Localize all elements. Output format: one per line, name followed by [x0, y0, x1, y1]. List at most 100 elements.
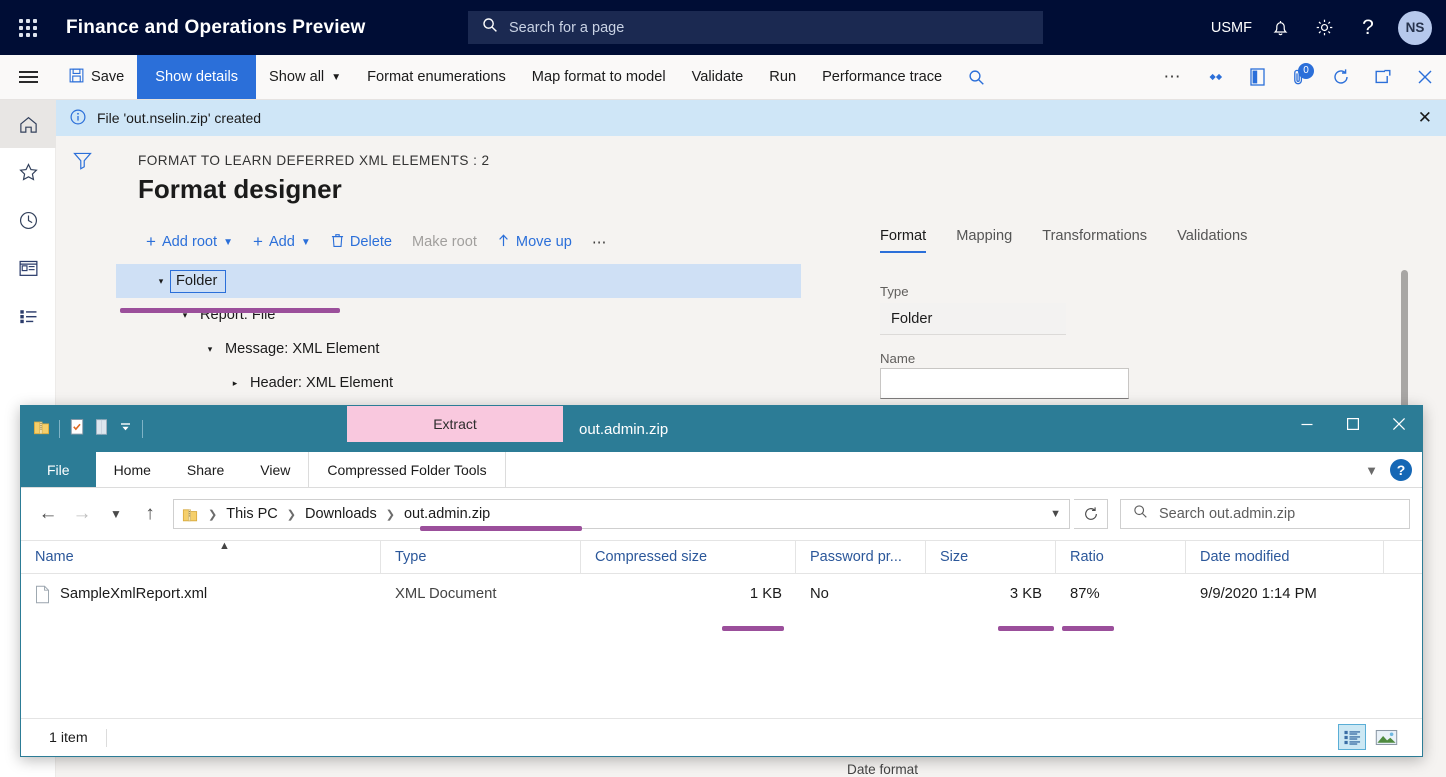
- attachment-badge: 0: [1298, 62, 1314, 79]
- screen: Finance and Operations Preview Search fo…: [0, 0, 1446, 777]
- large-icons-view-icon[interactable]: [1372, 724, 1400, 750]
- tab-validations[interactable]: Validations: [1177, 228, 1247, 253]
- run-button[interactable]: Run: [756, 55, 809, 99]
- tree-node-folder[interactable]: ▾ Folder: [116, 264, 801, 298]
- validate-button[interactable]: Validate: [679, 55, 757, 99]
- tab-format[interactable]: Format: [880, 228, 927, 253]
- details-view-icon[interactable]: [1338, 724, 1366, 750]
- command-search-icon[interactable]: [955, 55, 997, 100]
- rail-item-favorites[interactable]: [0, 148, 56, 196]
- name-field-label: Name: [880, 351, 916, 366]
- app-title: Finance and Operations Preview: [66, 16, 366, 38]
- attachment-icon[interactable]: 0: [1278, 55, 1320, 100]
- annotation-breadcrumb-underline: [420, 526, 582, 531]
- column-header-password-protected[interactable]: Password pr...: [796, 540, 926, 574]
- breadcrumb-current-zip[interactable]: out.admin.zip: [401, 506, 493, 522]
- breadcrumb-this-pc[interactable]: This PC: [223, 506, 281, 522]
- address-bar[interactable]: ❯ This PC ❯ Downloads ❯ out.admin.zip ▼: [173, 499, 1070, 529]
- customize-quick-access-icon[interactable]: [118, 420, 133, 438]
- column-header-name[interactable]: Name: [21, 540, 381, 574]
- app-launcher-icon[interactable]: [0, 0, 56, 55]
- chevron-down-icon: ▼: [300, 236, 311, 248]
- new-folder-icon[interactable]: [94, 418, 109, 441]
- quick-access-toolbar: [21, 418, 143, 441]
- tab-mapping[interactable]: Mapping: [956, 228, 1012, 253]
- rail-item-home[interactable]: [0, 100, 56, 148]
- explorer-search-input[interactable]: Search out.admin.zip: [1120, 499, 1410, 529]
- ribbon-right-controls: ▼ ?: [1365, 452, 1412, 488]
- rail-item-workspaces[interactable]: [0, 244, 56, 292]
- delete-button[interactable]: Delete: [323, 229, 400, 256]
- show-all-button[interactable]: Show all ▼: [256, 55, 354, 99]
- chevron-down-icon[interactable]: ▼: [1365, 463, 1378, 478]
- breadcrumb-downloads[interactable]: Downloads: [302, 506, 380, 522]
- contextual-tab-extract[interactable]: Extract: [347, 406, 563, 442]
- global-search-input[interactable]: Search for a page: [468, 11, 1043, 44]
- minimize-icon[interactable]: [1284, 406, 1330, 442]
- column-header-compressed-size[interactable]: Compressed size: [581, 540, 796, 574]
- ribbon-tab-compressed-folder-tools[interactable]: Compressed Folder Tools: [308, 452, 506, 487]
- twisty-expanded-icon[interactable]: ▾: [152, 276, 170, 287]
- bell-icon[interactable]: [1258, 0, 1302, 55]
- table-row[interactable]: SampleXmlReport.xml XML Document 1 KB No…: [21, 574, 1422, 614]
- cell-name[interactable]: SampleXmlReport.xml: [21, 574, 381, 614]
- tab-transformations[interactable]: Transformations: [1042, 228, 1147, 253]
- explorer-window-title: out.admin.zip: [579, 420, 669, 438]
- ribbon-tab-share[interactable]: Share: [169, 452, 242, 487]
- rail-item-recent[interactable]: [0, 196, 56, 244]
- add-root-button[interactable]: + Add root ▼: [138, 228, 241, 256]
- properties-icon[interactable]: [69, 418, 85, 441]
- twisty-collapsed-icon[interactable]: ▸: [226, 378, 244, 389]
- column-header-ratio[interactable]: Ratio: [1056, 540, 1186, 574]
- ellipsis-icon[interactable]: ⋯: [1152, 55, 1194, 100]
- tree-node-label: Folder: [170, 269, 227, 293]
- file-explorer-window[interactable]: Extract out.admin.zip File Home Share Vi…: [20, 405, 1423, 757]
- arrow-up-icon[interactable]: ↑: [135, 499, 165, 529]
- recent-locations-icon[interactable]: ▼: [101, 499, 131, 529]
- ribbon-tab-file[interactable]: File: [21, 452, 96, 487]
- avatar[interactable]: NS: [1398, 10, 1432, 45]
- office-apps-icon[interactable]: [1236, 55, 1278, 100]
- gear-icon[interactable]: [1302, 0, 1346, 55]
- name-input[interactable]: [880, 368, 1129, 399]
- company-selector[interactable]: USMF: [1205, 0, 1258, 55]
- column-header-date-modified[interactable]: Date modified: [1186, 540, 1384, 574]
- format-enumerations-button[interactable]: Format enumerations: [354, 55, 519, 99]
- maximize-icon[interactable]: [1330, 406, 1376, 442]
- column-header-type[interactable]: Type: [381, 540, 581, 574]
- date-format-label: Date format: [847, 762, 919, 777]
- add-button[interactable]: + Add ▼: [245, 228, 319, 256]
- filter-icon[interactable]: [72, 150, 93, 176]
- arrow-up-icon: [497, 233, 510, 252]
- map-format-to-model-button[interactable]: Map format to model: [519, 55, 679, 99]
- tree-node-message[interactable]: ▾ Message: XML Element: [116, 332, 801, 366]
- annotation-tree-folder-underline: [120, 308, 340, 313]
- move-up-button[interactable]: Move up: [489, 229, 580, 256]
- close-icon[interactable]: [1376, 406, 1422, 442]
- ribbon-tab-home[interactable]: Home: [96, 452, 169, 487]
- show-details-button[interactable]: Show details: [137, 55, 257, 99]
- hamburger-icon[interactable]: [0, 55, 56, 99]
- twisty-expanded-icon[interactable]: ▾: [201, 344, 219, 355]
- column-header-size[interactable]: Size: [926, 540, 1056, 574]
- refresh-icon[interactable]: [1074, 499, 1108, 529]
- open-in-new-window-icon[interactable]: [1362, 55, 1404, 100]
- more-commands-icon[interactable]: ⋯: [584, 230, 617, 255]
- save-button[interactable]: Save: [56, 55, 137, 99]
- xml-file-icon: [35, 585, 50, 604]
- rail-item-modules[interactable]: [0, 292, 56, 340]
- explorer-title-bar[interactable]: Extract out.admin.zip: [21, 406, 1422, 452]
- tree-node-report[interactable]: ▾ Report: File: [116, 298, 801, 332]
- message-close-icon[interactable]: ✕: [1418, 108, 1432, 128]
- chevron-down-icon[interactable]: ▼: [1050, 508, 1061, 520]
- close-icon[interactable]: [1404, 55, 1446, 100]
- question-icon[interactable]: ?: [1346, 0, 1390, 55]
- tree-node-header[interactable]: ▸ Header: XML Element: [116, 366, 801, 400]
- refresh-icon[interactable]: [1320, 55, 1362, 100]
- zip-folder-icon[interactable]: [33, 418, 50, 441]
- performance-trace-button[interactable]: Performance trace: [809, 55, 955, 99]
- arrow-left-icon[interactable]: ←: [33, 499, 63, 529]
- help-icon[interactable]: ?: [1390, 459, 1412, 481]
- share-icon[interactable]: [1194, 55, 1236, 100]
- ribbon-tab-view[interactable]: View: [242, 452, 308, 487]
